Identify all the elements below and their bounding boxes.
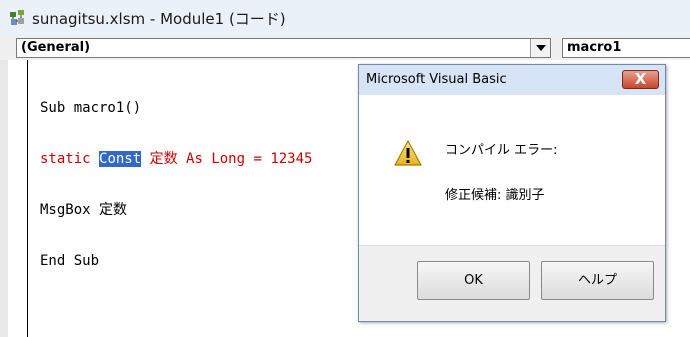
- warning-icon: [394, 140, 422, 166]
- code-text[interactable]: Sub macro1() static Const 定数 As Long = 1…: [40, 66, 312, 304]
- error-message-title: コンパイル エラー:: [445, 143, 558, 158]
- code-token: 定数 As Long = 12345: [141, 151, 313, 167]
- ok-button[interactable]: OK: [417, 261, 530, 300]
- chevron-down-icon: [536, 45, 546, 51]
- help-button[interactable]: ヘルプ: [541, 261, 654, 300]
- object-combo-value: (General): [21, 40, 91, 55]
- vba-project-icon: [10, 10, 24, 25]
- code-token: static: [40, 151, 100, 167]
- window-title: sunagitsu.xlsm - Module1 (コード): [32, 10, 286, 28]
- dialog-title-bar[interactable]: Microsoft Visual Basic X: [359, 65, 665, 95]
- dialog-footer: OK ヘルプ: [359, 245, 665, 321]
- procedure-combo-value: macro1: [567, 40, 622, 55]
- code-line-text: Sub macro1(): [40, 100, 142, 116]
- code-line-text: End Sub: [40, 253, 100, 269]
- error-message-detail: 修正候補: 識別子: [445, 188, 545, 203]
- close-button[interactable]: X: [622, 70, 659, 89]
- code-line: MsgBox 定数: [40, 202, 312, 219]
- object-combo-dropdown-button[interactable]: [530, 39, 550, 57]
- code-line-text: MsgBox 定数: [40, 202, 128, 218]
- object-combo[interactable]: (General): [16, 38, 551, 58]
- code-line: End Sub: [40, 253, 312, 270]
- compile-error-dialog: Microsoft Visual Basic X コンパイル エラー: 修正候補…: [358, 64, 666, 322]
- title-bar: sunagitsu.xlsm - Module1 (コード): [0, 0, 690, 36]
- selected-token: Const: [99, 151, 142, 167]
- procedure-combo-row: (General) macro1: [0, 36, 690, 60]
- dialog-title: Microsoft Visual Basic: [366, 72, 507, 87]
- code-line-error: static Const 定数 As Long = 12345: [40, 151, 312, 168]
- procedure-combo[interactable]: macro1: [562, 38, 690, 58]
- margin-indicator-bar[interactable]: [0, 60, 28, 337]
- dialog-body: コンパイル エラー: 修正候補: 識別子: [359, 95, 665, 245]
- code-line: Sub macro1(): [40, 100, 312, 117]
- margin-shade: [0, 60, 8, 337]
- close-icon: X: [634, 70, 647, 88]
